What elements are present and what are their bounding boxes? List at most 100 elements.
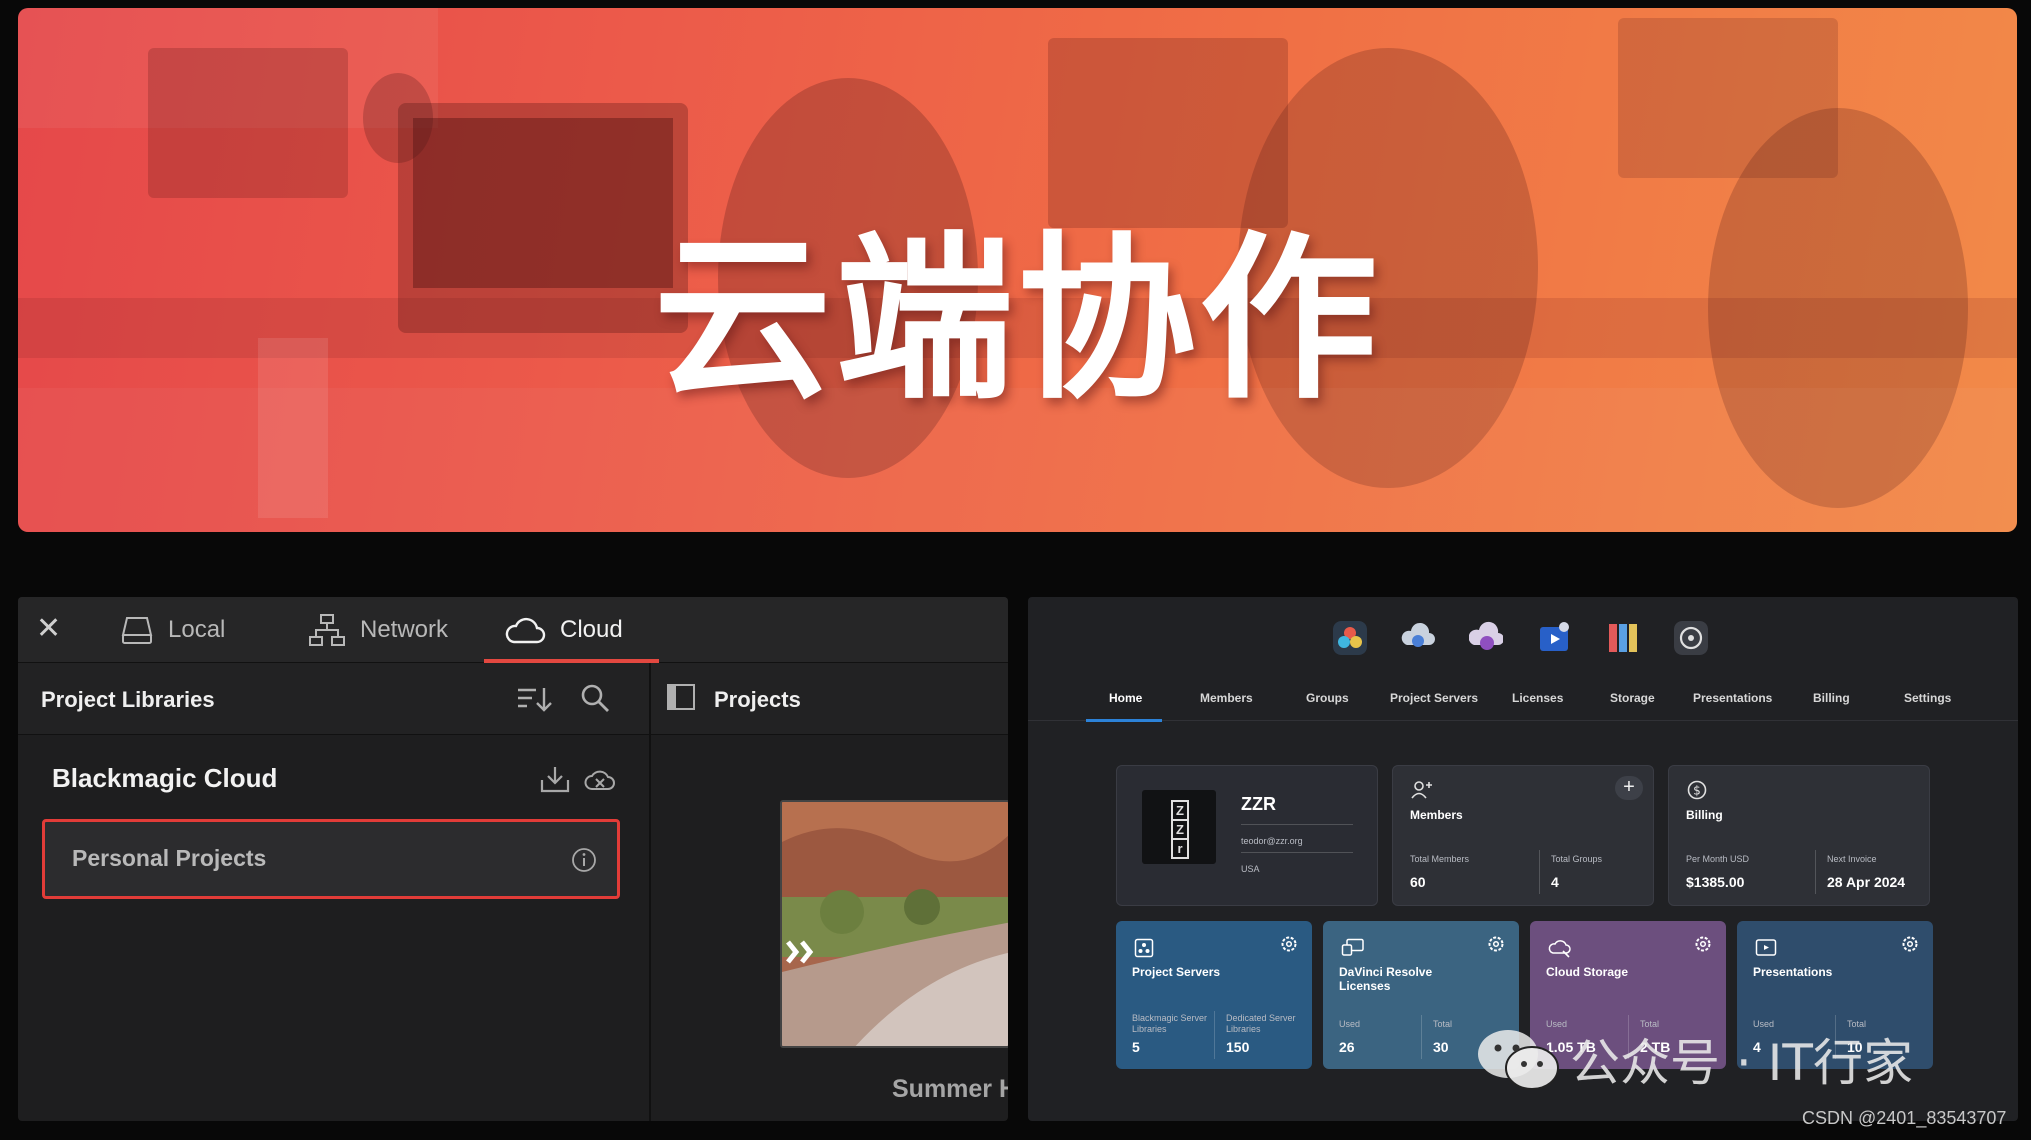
nav-home[interactable]: Home bbox=[1109, 691, 1142, 705]
wechat-icon bbox=[1478, 1030, 1559, 1090]
davinci-resolve-app-icon[interactable] bbox=[1333, 621, 1367, 655]
nav-members[interactable]: Members bbox=[1200, 691, 1253, 705]
thumbnail-image bbox=[782, 802, 1008, 1046]
cloud-disconnect-icon[interactable] bbox=[584, 767, 616, 793]
settings-app-icon[interactable] bbox=[1674, 621, 1708, 655]
dedicated-server-libraries-value: 150 bbox=[1226, 1039, 1250, 1055]
close-icon[interactable]: ✕ bbox=[36, 611, 61, 646]
app-switcher bbox=[1028, 609, 2018, 659]
dedicated-server-libraries-label: Dedicated Server Libraries bbox=[1226, 1013, 1296, 1034]
nav-groups[interactable]: Groups bbox=[1306, 691, 1349, 705]
info-icon[interactable] bbox=[571, 847, 597, 873]
tab-cloud-label: Cloud bbox=[560, 616, 623, 643]
add-member-icon bbox=[1411, 781, 1432, 799]
library-app-icon[interactable] bbox=[1606, 621, 1640, 655]
billing-card[interactable]: $ Billing Per Month USD $1385.00 Next In… bbox=[1668, 765, 1930, 906]
devices-icon bbox=[1341, 938, 1364, 956]
cloud-icon bbox=[505, 617, 546, 644]
hero-banner: 云端协作 bbox=[18, 8, 2017, 532]
total-groups-label: Total Groups bbox=[1551, 854, 1603, 864]
nav-project-servers[interactable]: Project Servers bbox=[1390, 691, 1478, 705]
wechat-watermark: 公众号 · IT行家 bbox=[1476, 1023, 1913, 1095]
members-title: Members bbox=[1410, 808, 1463, 822]
licenses-used-label: Used bbox=[1339, 1019, 1361, 1029]
cloud-network-app-icon[interactable] bbox=[1401, 621, 1435, 655]
network-icon bbox=[309, 614, 345, 646]
members-card[interactable]: Members + Total Members 60 Total Groups … bbox=[1392, 765, 1654, 906]
download-icon[interactable] bbox=[540, 765, 570, 793]
organization-card[interactable]: Z Z r ZZR teodor@zzr.org USA bbox=[1116, 765, 1378, 906]
org-divider bbox=[1241, 852, 1353, 853]
server-icon bbox=[1134, 938, 1154, 958]
tab-local-label: Local bbox=[168, 616, 226, 643]
per-month-value: $1385.00 bbox=[1686, 874, 1745, 890]
personal-projects-label: Personal Projects bbox=[72, 845, 267, 871]
org-logo-letter: r bbox=[1177, 841, 1183, 856]
tab-network[interactable]: Network bbox=[308, 597, 448, 663]
personal-projects-item[interactable]: Personal Projects bbox=[42, 819, 620, 899]
licenses-used-value: 26 bbox=[1339, 1039, 1355, 1055]
total-members-label: Total Members bbox=[1410, 854, 1470, 864]
watermark-text: 公众号 · IT行家 bbox=[1570, 1034, 1913, 1092]
presentations-app-icon[interactable] bbox=[1538, 621, 1572, 655]
org-name: ZZR bbox=[1241, 794, 1276, 814]
location-tabbar: ✕ Local Network Cloud bbox=[18, 597, 1008, 663]
dashboard-nav: Home Members Groups Project Servers Lice… bbox=[1028, 669, 2018, 722]
total-groups-value: 4 bbox=[1551, 874, 1559, 890]
gear-icon[interactable] bbox=[1901, 935, 1919, 953]
project-title: Summer H bbox=[892, 1075, 1008, 1103]
org-logo-mark: Z Z r bbox=[1171, 800, 1189, 859]
blackmagic-server-libraries-value: 5 bbox=[1132, 1039, 1140, 1055]
licenses-total-value: 30 bbox=[1433, 1039, 1449, 1055]
project-manager-panel: ✕ Local Network Cloud Project Libraries … bbox=[18, 597, 1008, 1121]
stat-divider bbox=[1421, 1015, 1422, 1059]
panel-divider bbox=[649, 663, 651, 1121]
next-invoice-label: Next Invoice bbox=[1827, 854, 1877, 864]
stat-divider bbox=[1214, 1011, 1215, 1059]
org-country: USA bbox=[1241, 864, 1260, 874]
nav-billing[interactable]: Billing bbox=[1813, 691, 1850, 705]
nav-active-indicator bbox=[1086, 719, 1162, 722]
org-logo-letter: Z bbox=[1173, 802, 1187, 821]
per-month-label: Per Month USD bbox=[1686, 854, 1750, 864]
search-icon[interactable] bbox=[580, 683, 610, 713]
licenses-total-label: Total bbox=[1433, 1019, 1453, 1029]
nav-settings[interactable]: Settings bbox=[1904, 691, 1951, 705]
stat-divider bbox=[1539, 850, 1540, 894]
org-email: teodor@zzr.org bbox=[1241, 836, 1303, 846]
add-member-button[interactable]: + bbox=[1615, 776, 1643, 800]
sidebar-toggle-icon[interactable] bbox=[666, 683, 696, 711]
licenses-title: DaVinci Resolve Licenses bbox=[1339, 965, 1433, 993]
nav-presentations[interactable]: Presentations bbox=[1693, 691, 1772, 705]
sort-icon[interactable] bbox=[516, 685, 552, 713]
billing-title: Billing bbox=[1686, 808, 1723, 822]
drive-icon bbox=[121, 617, 153, 644]
nav-licenses[interactable]: Licenses bbox=[1512, 691, 1563, 705]
tab-local[interactable]: Local bbox=[120, 597, 225, 663]
library-name: Blackmagic Cloud bbox=[52, 763, 278, 793]
nav-storage[interactable]: Storage bbox=[1610, 691, 1655, 705]
next-invoice-value: 28 Apr 2024 bbox=[1827, 874, 1906, 890]
gear-icon[interactable] bbox=[1487, 935, 1505, 953]
project-servers-card[interactable]: Project Servers Blackmagic Server Librar… bbox=[1116, 921, 1312, 1069]
blackmagic-server-libraries-label: Blackmagic Server Libraries bbox=[1132, 1013, 1208, 1034]
cloud-storage-app-icon[interactable] bbox=[1469, 621, 1503, 655]
gear-icon[interactable] bbox=[1280, 935, 1298, 953]
svg-text:$: $ bbox=[1693, 784, 1701, 798]
org-divider bbox=[1241, 824, 1353, 825]
tab-network-label: Network bbox=[360, 616, 449, 643]
dollar-icon: $ bbox=[1687, 780, 1707, 800]
presentation-icon bbox=[1755, 939, 1777, 956]
libraries-toolbar: Project Libraries Projects bbox=[18, 663, 1008, 735]
stat-divider bbox=[1815, 850, 1816, 894]
project-thumbnail[interactable] bbox=[780, 800, 1008, 1048]
gear-icon[interactable] bbox=[1694, 935, 1712, 953]
org-logo: Z Z r bbox=[1142, 790, 1216, 864]
projects-title: Projects bbox=[714, 687, 801, 712]
tab-cloud[interactable]: Cloud bbox=[484, 597, 659, 663]
total-members-value: 60 bbox=[1410, 874, 1426, 890]
project-servers-title: Project Servers bbox=[1132, 965, 1221, 979]
project-libraries-title: Project Libraries bbox=[41, 687, 215, 712]
org-logo-letter: Z bbox=[1173, 821, 1187, 840]
source-credit: CSDN @2401_83543707 bbox=[1802, 1108, 2007, 1128]
